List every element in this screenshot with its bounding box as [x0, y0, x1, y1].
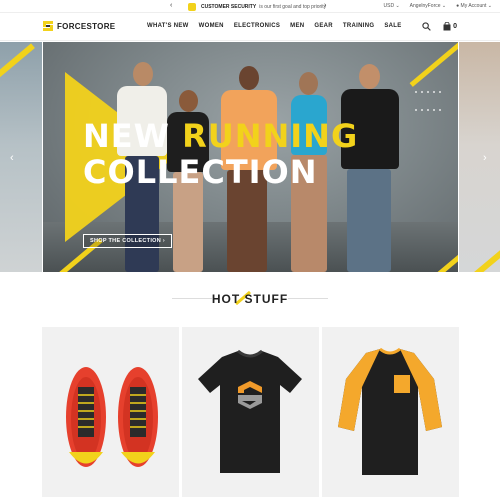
chevron-left-icon[interactable]: ‹ — [170, 2, 172, 10]
header-actions: 0 — [422, 22, 457, 31]
user-icon: ● — [456, 3, 460, 9]
brand-logo[interactable]: FORCESTORE — [43, 21, 115, 31]
currency-selector[interactable]: USD ⌄ — [384, 3, 400, 9]
tshirt-image — [198, 349, 302, 473]
decorative-stripe — [474, 233, 500, 272]
chevron-down-icon: ⌄ — [441, 3, 447, 9]
hero-title-line-2: COLLECTION — [83, 153, 318, 191]
top-utility-bar: ‹ CUSTOMER SECURITY is our first goal an… — [0, 0, 500, 13]
divider — [172, 298, 212, 299]
hero-headline: NEW RUNNING COLLECTION SHOP THE COLLECTI… — [83, 118, 358, 248]
my-account-label: My Account — [460, 3, 487, 9]
top-right-links: USD ⌄ AngelnyForce ⌄ ● My Account ⌄ — [384, 3, 492, 9]
decorative-stripe — [409, 42, 458, 87]
next-slide-peek[interactable]: › — [459, 42, 500, 272]
product-card-tshirt[interactable] — [182, 327, 319, 497]
site-header: FORCESTORE WHAT'S NEW WOMEN ELECTRONICS … — [0, 13, 500, 41]
product-card-shoes[interactable] — [42, 327, 179, 497]
shoe-image — [66, 367, 158, 467]
nav-item-men[interactable]: MEN — [290, 23, 304, 29]
divider — [288, 298, 328, 299]
nav-item-sale[interactable]: SALE — [384, 23, 401, 29]
decorative-stripe — [0, 43, 35, 87]
shop-collection-label: SHOP THE COLLECTION — [90, 238, 161, 244]
nav-item-electronics[interactable]: ELECTRONICS — [234, 23, 280, 29]
logo-mark-icon — [43, 21, 53, 31]
decorative-dots — [413, 82, 443, 118]
chevron-down-icon: ⌄ — [395, 3, 400, 9]
account-name-label: AngelnyForce — [409, 3, 441, 9]
raglan-tee-image — [338, 347, 442, 475]
brand-name: FORCESTORE — [57, 21, 116, 31]
hero-title-line-1: NEW RUNNING — [83, 118, 358, 154]
security-notice: CUSTOMER SECURITY is our first goal and … — [188, 3, 326, 11]
nav-item-women[interactable]: WOMEN — [199, 23, 224, 29]
nav-item-whats-new[interactable]: WHAT'S NEW — [147, 23, 189, 29]
chevron-down-icon: ⌄ — [487, 3, 492, 9]
section-title: HOT STUFF — [211, 292, 289, 306]
my-account-link[interactable]: ● My Account ⌄ — [456, 3, 492, 9]
nav-item-training[interactable]: TRAINING — [343, 23, 374, 29]
main-nav: WHAT'S NEW WOMEN ELECTRONICS MEN GEAR TR… — [147, 23, 402, 29]
notice-text: is our first goal and top priority — [259, 4, 327, 10]
slider-next-icon[interactable]: › — [483, 152, 487, 164]
hero-slide: NEW RUNNING COLLECTION SHOP THE COLLECTI… — [43, 42, 458, 272]
search-icon[interactable] — [422, 22, 431, 31]
nav-item-gear[interactable]: GEAR — [314, 23, 333, 29]
account-name-selector[interactable]: AngelnyForce ⌄ — [410, 3, 446, 9]
hero-title-new: NEW — [83, 117, 170, 155]
slider-prev-icon[interactable]: ‹ — [10, 152, 14, 164]
hero-slider: ‹ NEW RUNNING COLLECTION SHOP THE COLLEC… — [0, 42, 500, 272]
shield-icon — [188, 3, 196, 11]
hero-title-running: RUNNING — [182, 117, 359, 155]
chevron-right-icon[interactable]: › — [324, 2, 326, 10]
arrow-right-icon: › — [162, 238, 165, 244]
cart-count: 0 — [453, 23, 457, 30]
shop-collection-button[interactable]: SHOP THE COLLECTION › — [83, 234, 172, 248]
hot-stuff-section-header: HOT STUFF — [0, 290, 500, 308]
currency-label: USD — [383, 3, 395, 9]
product-card-raglan[interactable] — [322, 327, 459, 497]
shopping-bag-icon — [443, 22, 451, 31]
cart-button[interactable]: 0 — [443, 22, 457, 31]
notice-bold-text: CUSTOMER SECURITY — [201, 4, 257, 10]
previous-slide-peek[interactable]: ‹ — [0, 42, 42, 272]
